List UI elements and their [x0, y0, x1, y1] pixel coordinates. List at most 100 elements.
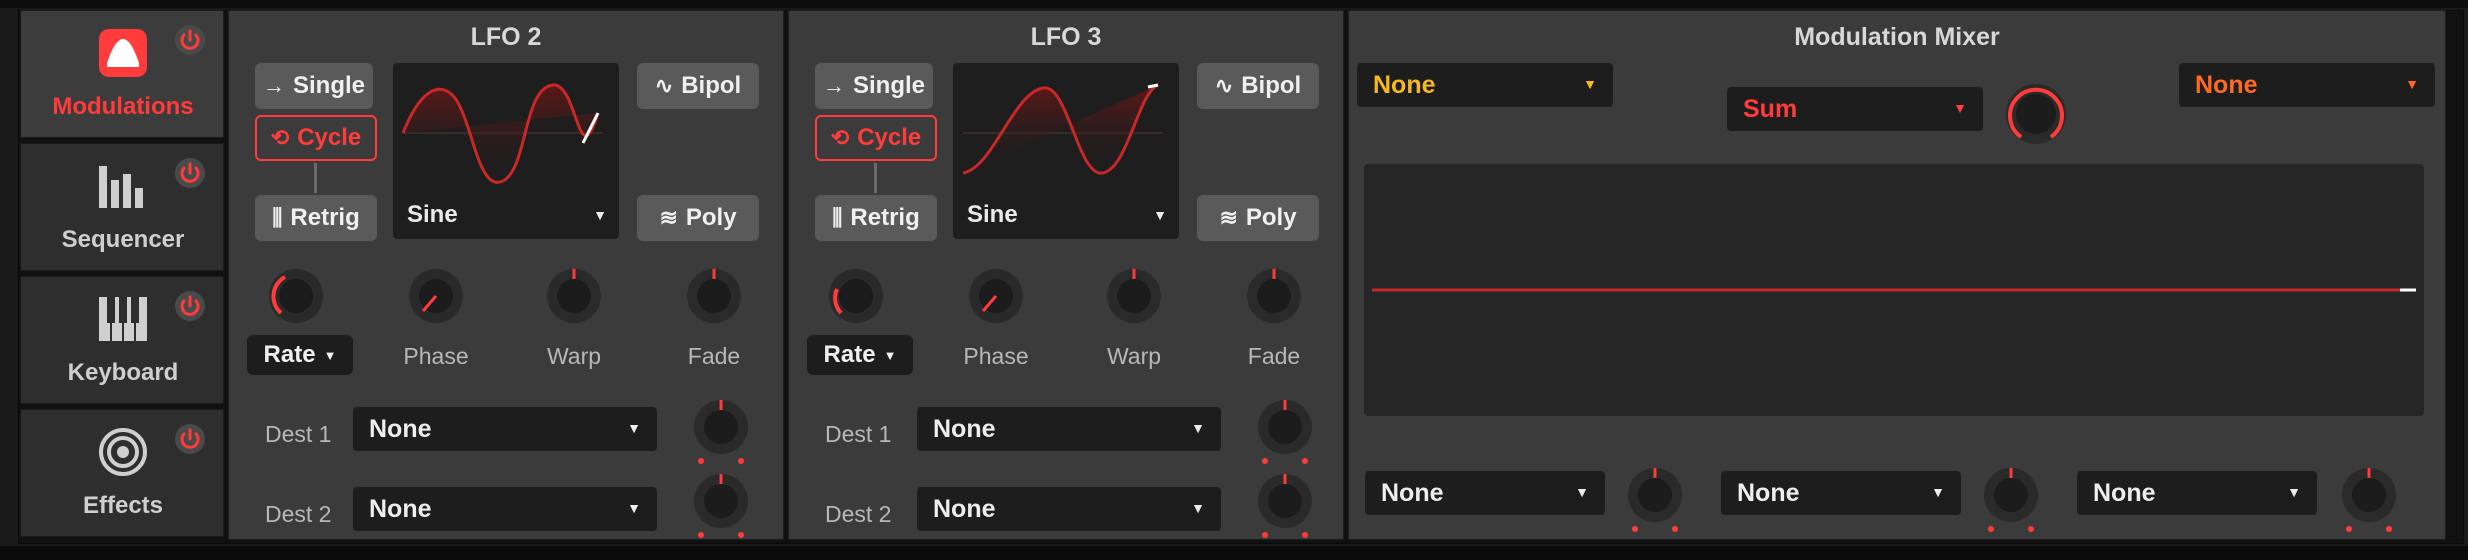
- waveform-display[interactable]: Sine ▼: [393, 63, 619, 239]
- sidebar: Modulations Sequencer Keyboard Effects: [20, 10, 226, 540]
- chevron-down-icon: ▼: [2287, 484, 2301, 500]
- retrig-icon: ⫼: [272, 205, 283, 230]
- phase-label: Phase: [963, 343, 1029, 369]
- warp-knob[interactable]: [543, 265, 605, 327]
- chevron-down-icon: ▼: [1153, 207, 1167, 223]
- connector-line: [874, 163, 877, 193]
- operator-dropdown[interactable]: Sum ▼: [1727, 87, 1983, 131]
- sequencer-bars-icon: [99, 166, 143, 208]
- fade-label: Fade: [1247, 343, 1301, 369]
- cycle-icon: ⟲: [270, 125, 290, 150]
- rate-knob[interactable]: [265, 265, 327, 327]
- power-icon[interactable]: [173, 156, 207, 190]
- chevron-down-icon: ▼: [1931, 484, 1945, 500]
- modulations-icon: [99, 29, 147, 77]
- chevron-down-icon: ▼: [627, 500, 641, 516]
- chevron-down-icon: ▼: [1575, 484, 1589, 500]
- waveform-select[interactable]: Sine: [407, 201, 458, 229]
- fade-knob[interactable]: [1243, 265, 1305, 327]
- phase-knob[interactable]: [405, 265, 467, 327]
- single-mode-button[interactable]: → Single: [255, 63, 373, 109]
- sidebar-item-label: Keyboard: [67, 359, 179, 386]
- poly-icon: ≋: [659, 205, 678, 230]
- warp-knob[interactable]: [1103, 265, 1165, 327]
- dest2-dropdown[interactable]: None ▼: [917, 487, 1221, 531]
- top-strip: [0, 0, 2468, 8]
- arrow-right-icon: →: [262, 73, 285, 98]
- sidebar-item-keyboard[interactable]: Keyboard: [20, 276, 224, 404]
- chevron-down-icon: ▼: [627, 420, 641, 436]
- chevron-down-icon: ▼: [883, 347, 897, 363]
- source-a-dropdown[interactable]: None ▼: [1357, 63, 1613, 107]
- rate-mode-select[interactable]: Rate ▼: [247, 335, 353, 375]
- cycle-mode-button[interactable]: ⟲ Cycle: [255, 115, 377, 161]
- retrig-button[interactable]: ⫼ Retrig: [255, 195, 377, 241]
- phase-knob[interactable]: [965, 265, 1027, 327]
- sidebar-item-effects[interactable]: Effects: [20, 409, 224, 537]
- warp-label: Warp: [1106, 343, 1162, 369]
- rate-mode-select[interactable]: Rate ▼: [807, 335, 913, 375]
- cycle-mode-button[interactable]: ⟲ Cycle: [815, 115, 937, 161]
- phase-label: Phase: [403, 343, 469, 369]
- lfo3-panel: LFO 3 → Single ⟲ Cycle ⫼ Retrig Sine ▼ ∿…: [788, 10, 1344, 540]
- target-1-dropdown[interactable]: None ▼: [1365, 471, 1605, 515]
- bipolar-icon: ∿: [1214, 73, 1234, 98]
- poly-icon: ≋: [1219, 205, 1238, 230]
- sidebar-item-modulations[interactable]: Modulations: [20, 10, 224, 138]
- app-window: Modulations Sequencer Keyboard Effects L…: [0, 0, 2468, 560]
- bipol-button[interactable]: ∿ Bipol: [637, 63, 759, 109]
- chevron-down-icon: ▼: [1583, 76, 1597, 92]
- arrow-right-icon: →: [822, 73, 845, 98]
- fade-knob[interactable]: [683, 265, 745, 327]
- sidebar-item-label: Effects: [82, 492, 164, 519]
- dest2-dropdown[interactable]: None ▼: [353, 487, 657, 531]
- waveform-display[interactable]: Sine ▼: [953, 63, 1179, 239]
- target-2-amount-knob[interactable]: [1979, 463, 2043, 535]
- dest1-amount-knob[interactable]: [689, 395, 753, 467]
- target-3-dropdown[interactable]: None ▼: [2077, 471, 2317, 515]
- chevron-down-icon: ▼: [1191, 500, 1205, 516]
- panel-title: LFO 3: [1030, 23, 1102, 51]
- poly-button[interactable]: ≋ Poly: [1197, 195, 1319, 241]
- target-rings-icon: [99, 428, 147, 476]
- sidebar-item-sequencer[interactable]: Sequencer: [20, 143, 224, 271]
- source-b-dropdown[interactable]: None ▼: [2179, 63, 2435, 107]
- bipol-button[interactable]: ∿ Bipol: [1197, 63, 1319, 109]
- dest1-dropdown[interactable]: None ▼: [353, 407, 657, 451]
- retrig-icon: ⫼: [832, 205, 843, 230]
- mixer-output-line: [1372, 288, 2416, 292]
- target-2-dropdown[interactable]: None ▼: [1721, 471, 1961, 515]
- retrig-button[interactable]: ⫼ Retrig: [815, 195, 937, 241]
- dest1-label: Dest 1: [265, 421, 332, 447]
- dest1-label: Dest 1: [825, 421, 892, 447]
- connector-line: [314, 163, 317, 193]
- lfo2-panel: LFO 2 → Single ⟲ Cycle ⫼ Retrig Sine ▼ ∿…: [228, 10, 784, 540]
- power-icon[interactable]: [173, 23, 207, 57]
- panel-title: Modulation Mixer: [1794, 23, 2000, 51]
- dest1-amount-knob[interactable]: [1253, 395, 1317, 467]
- poly-button[interactable]: ≋ Poly: [637, 195, 759, 241]
- panel-title: LFO 2: [470, 23, 542, 51]
- keyboard-icon: [99, 297, 147, 341]
- rate-knob[interactable]: [825, 265, 887, 327]
- dest2-amount-knob[interactable]: [689, 469, 753, 541]
- sidebar-item-label: Modulations: [52, 93, 194, 120]
- waveform-select[interactable]: Sine: [967, 201, 1018, 229]
- mixer-output-graph: [1364, 164, 2424, 416]
- mix-amount-knob[interactable]: [2003, 81, 2069, 147]
- fade-label: Fade: [687, 343, 741, 369]
- chevron-down-icon: ▼: [1953, 100, 1967, 116]
- dest2-amount-knob[interactable]: [1253, 469, 1317, 541]
- target-3-amount-knob[interactable]: [2337, 463, 2401, 535]
- power-icon[interactable]: [173, 422, 207, 456]
- dest2-label: Dest 2: [825, 501, 892, 527]
- power-icon[interactable]: [173, 289, 207, 323]
- cycle-icon: ⟲: [830, 125, 850, 150]
- dest2-label: Dest 2: [265, 501, 332, 527]
- dest1-dropdown[interactable]: None ▼: [917, 407, 1221, 451]
- single-mode-button[interactable]: → Single: [815, 63, 933, 109]
- bottom-strip: [0, 546, 2468, 560]
- bipolar-icon: ∿: [654, 73, 674, 98]
- target-1-amount-knob[interactable]: [1623, 463, 1687, 535]
- sine-wave-icon: [401, 83, 603, 184]
